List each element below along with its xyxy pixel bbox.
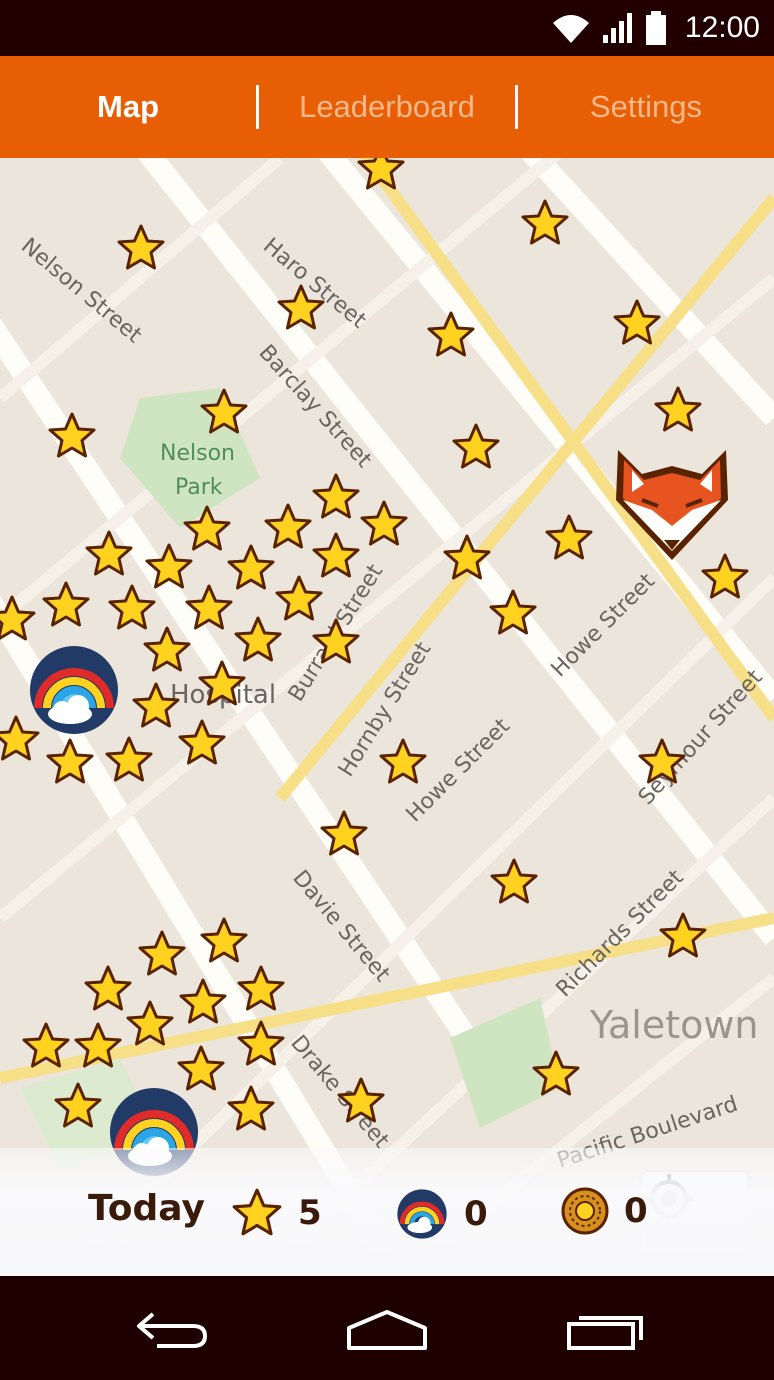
system-nav-bar	[0, 1276, 774, 1380]
tab-leaderboard[interactable]: Leaderboard	[259, 56, 515, 158]
rainbow-marker[interactable]	[30, 646, 118, 734]
home-icon	[347, 1310, 427, 1350]
svg-text:Nelson: Nelson	[160, 441, 235, 466]
battery-icon	[645, 11, 666, 45]
today-stats-bar: Today 5 0 0	[0, 1148, 774, 1276]
suns-stat: 0	[560, 1186, 648, 1236]
star-icon	[232, 1188, 282, 1236]
back-icon	[137, 1312, 208, 1348]
tab-settings[interactable]: Settings	[518, 56, 774, 158]
map-view[interactable]: Nelson Street Haro Street Barclay Street…	[0, 158, 774, 1276]
stars-count: 5	[298, 1193, 322, 1233]
stars-stat: 5	[230, 1186, 322, 1240]
sun-coin-icon	[561, 1187, 609, 1235]
map-canvas[interactable]: Nelson Street Haro Street Barclay Street…	[0, 158, 774, 1276]
recents-button[interactable]	[560, 1302, 650, 1358]
today-label: Today	[88, 1188, 205, 1229]
svg-text:Park: Park	[175, 475, 223, 500]
svg-text:Yaletown: Yaletown	[589, 1003, 759, 1047]
home-button[interactable]	[342, 1302, 432, 1358]
cell-signal-icon	[602, 13, 632, 43]
suns-count: 0	[624, 1191, 648, 1231]
rainbows-stat: 0	[394, 1186, 488, 1242]
rainbow-icon	[397, 1189, 447, 1239]
status-icons: 12:00	[551, 8, 760, 48]
rainbows-count: 0	[464, 1194, 488, 1234]
back-button[interactable]	[126, 1302, 216, 1358]
tab-bar: Map Leaderboard Settings	[0, 56, 774, 158]
status-time: 12:00	[684, 11, 760, 44]
wifi-icon	[552, 15, 589, 43]
tab-map[interactable]: Map	[0, 56, 256, 158]
recents-icon	[567, 1316, 643, 1350]
status-bar: 12:00	[0, 0, 774, 56]
